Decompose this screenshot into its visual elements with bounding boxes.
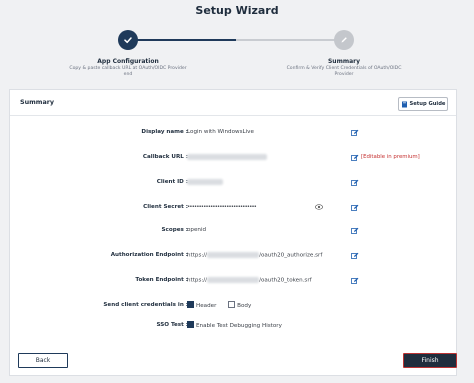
field-label: Callback URL : [142,154,188,160]
authorization-endpoint-value: https:// /oauth20_authorize.srf [187,252,322,259]
field-label: Client Secret : [143,204,188,210]
card-title: Summary [20,98,55,106]
row-callback-url: Callback URL : [Editable in premium] [10,153,456,163]
divider [10,115,456,116]
row-sso-test: SSO Test : Enable Test Debugging History [10,321,456,331]
client-id-value [187,179,223,186]
row-token-endpoint: Token Endpoint : https:// /oauth20_token.… [10,276,456,286]
step-summary-circle[interactable] [334,30,354,50]
row-scopes: Scopes : openid [10,226,456,236]
summary-card: Summary Setup Guide Display name : Login… [9,89,457,376]
field-label: SSO Test : [156,322,188,328]
finish-button[interactable]: Finish [403,353,457,368]
edit-icon[interactable] [351,204,359,212]
guide-book-icon [401,101,407,107]
header-option-label: Header [196,303,217,309]
field-label: Send client credentials in : [103,302,188,308]
row-display-name: Display name : Login with WindowsLive [10,128,456,138]
header-checkbox[interactable] [187,301,194,308]
wizard-title: Setup Wizard [195,4,279,17]
back-button[interactable]: Back [18,353,68,368]
step-summary-desc: Confirm & Verify Client Credentials of O… [274,66,414,78]
row-client-secret: Client Secret : ••••••••••••••••••••••••… [10,203,456,213]
pencil-icon [341,37,347,43]
redacted-value [207,252,260,258]
eye-icon[interactable] [315,204,323,210]
redacted-value [187,179,223,185]
sso-test-option: Enable Test Debugging History [187,321,282,329]
scopes-value: openid [187,227,207,233]
redacted-value [187,154,267,160]
edit-icon[interactable] [351,154,359,162]
url-suffix: /oauth20_token.srf [259,277,312,284]
client-secret-value: •••••••••••••••••••••••••••••• [187,204,257,210]
stepper-progress [128,39,344,41]
display-name-value: Login with WindowsLive [187,129,254,135]
body-option-label: Body [237,303,252,309]
field-label: Authorization Endpoint : [110,252,188,258]
body-checkbox[interactable] [228,301,236,308]
step-app-configuration-title: App Configuration [97,58,159,65]
step-app-configuration-desc: Copy & paste callback URL at OAuth/OIDC … [58,66,198,78]
setup-guide-label: Setup Guide [409,101,446,107]
field-label: Token Endpoint : [135,277,188,283]
field-label: Display name : [141,129,188,135]
step-summary-title: Summary [327,58,360,65]
callback-url-value [187,154,267,161]
token-endpoint-value: https:// /oauth20_token.srf [187,277,312,284]
stepper-line-pending [236,39,344,41]
url-prefix: https:// [187,277,208,284]
setup-guide-button[interactable]: Setup Guide [398,97,448,111]
row-authorization-endpoint: Authorization Endpoint : https:// /oauth2… [10,251,456,261]
debug-history-label: Enable Test Debugging History [196,323,282,329]
edit-icon[interactable] [351,277,359,285]
step-desc-line: Provider [334,72,354,77]
url-prefix: https:// [187,252,208,259]
send-credentials-options: Header Body [187,301,252,309]
stepper-line-done [128,39,236,41]
step-app-configuration-circle[interactable] [118,30,138,50]
row-send-credentials: Send client credentials in : Header Body [10,301,456,311]
debug-history-checkbox[interactable] [187,321,194,328]
edit-icon[interactable] [351,129,359,137]
redacted-value [207,277,260,283]
check-icon [124,37,132,44]
step-desc-line: end [123,72,133,77]
premium-notice: [Editable in premium] [361,154,420,160]
edit-icon[interactable] [351,227,359,235]
url-suffix: /oauth20_authorize.srf [259,252,323,259]
field-label: Client ID : [156,179,188,185]
edit-icon[interactable] [351,179,359,187]
row-client-id: Client ID : [10,178,456,188]
edit-icon[interactable] [351,252,359,260]
field-label: Scopes : [161,227,189,233]
